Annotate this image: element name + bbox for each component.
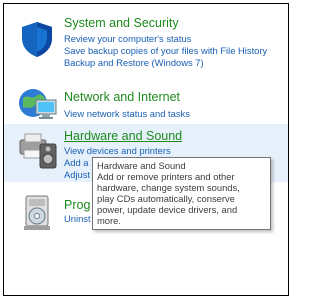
- shield-icon[interactable]: [18, 20, 56, 58]
- system-security-title[interactable]: System and Security: [64, 16, 179, 30]
- network-status-link[interactable]: View network status and tasks: [64, 108, 190, 119]
- uninstall-link[interactable]: Uninst: [64, 213, 91, 224]
- backup-restore-link[interactable]: Backup and Restore (Windows 7): [64, 57, 204, 68]
- file-history-link[interactable]: Save backup copies of your files with Fi…: [64, 45, 267, 56]
- control-panel-window: System and Security Review your computer…: [3, 3, 289, 296]
- network-globe-icon[interactable]: [18, 86, 57, 124]
- review-status-link[interactable]: Review your computer's status: [64, 33, 191, 44]
- hardware-sound-title[interactable]: Hardware and Sound: [64, 129, 182, 143]
- adjust-link[interactable]: Adjust: [64, 169, 90, 180]
- devices-printers-link[interactable]: View devices and printers: [64, 145, 171, 156]
- tooltip-body: Add or remove printers and other hardwar…: [97, 171, 240, 226]
- programs-title[interactable]: Prog: [64, 198, 90, 212]
- tooltip-title: Hardware and Sound: [97, 160, 186, 171]
- printer-speaker-icon[interactable]: [18, 130, 57, 169]
- network-internet-title[interactable]: Network and Internet: [64, 90, 180, 104]
- programs-disc-icon[interactable]: [18, 194, 56, 232]
- hardware-sound-tooltip: Hardware and Sound Add or remove printer…: [92, 157, 271, 230]
- add-device-link[interactable]: Add a: [64, 157, 89, 168]
